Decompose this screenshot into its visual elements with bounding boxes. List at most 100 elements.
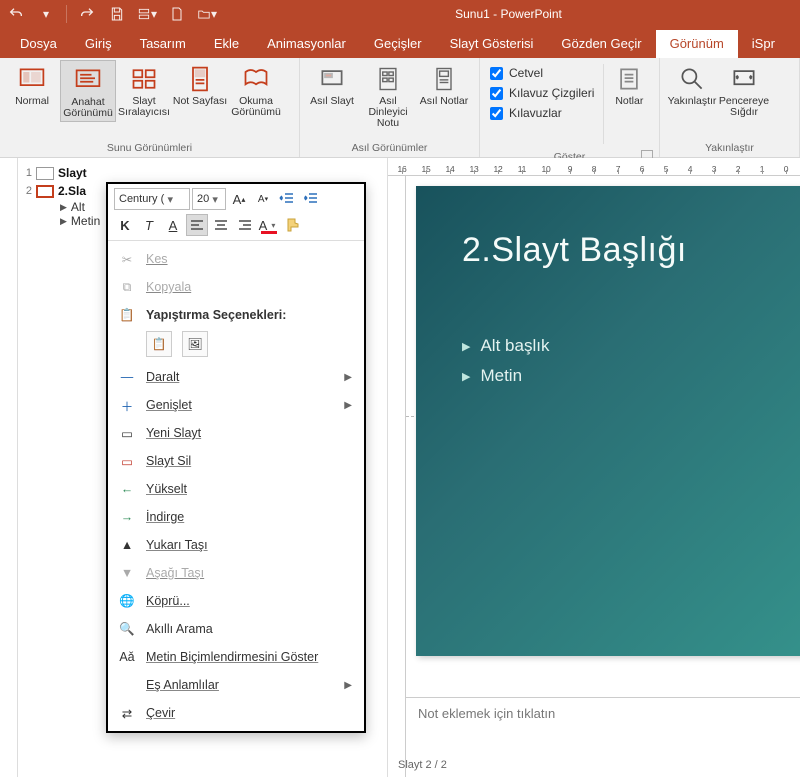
tab-ispring[interactable]: iSpr bbox=[738, 30, 789, 58]
slide-number: 1 bbox=[20, 167, 32, 179]
search-icon: 🔍 bbox=[118, 621, 136, 637]
tab-transitions[interactable]: Geçişler bbox=[360, 30, 436, 58]
notes-pane[interactable]: Not eklemek için tıklatın bbox=[406, 697, 800, 747]
italic-button[interactable]: T bbox=[138, 214, 160, 236]
group-zoom-label: Yakınlaştır bbox=[664, 139, 795, 157]
ruler-vertical bbox=[388, 176, 406, 777]
menu-delete-slide[interactable]: ▭Slayt Sil bbox=[108, 447, 364, 475]
menu-show-formatting[interactable]: AǎMetin Biçimlendirmesini Göster bbox=[108, 643, 364, 671]
slide-thumb-icon bbox=[36, 185, 54, 198]
reading-view-icon bbox=[241, 64, 271, 94]
menu-synonyms[interactable]: Eş Anlamlılar▶ bbox=[108, 671, 364, 699]
minus-icon: — bbox=[118, 369, 136, 385]
menu-collapse[interactable]: —Daralt▶ bbox=[108, 363, 364, 391]
tab-file[interactable]: Dosya bbox=[6, 30, 71, 58]
tab-home[interactable]: Giriş bbox=[71, 30, 126, 58]
window-title: Sunu1 - PowerPoint bbox=[223, 7, 794, 21]
slide-body-placeholder[interactable]: Alt başlık Metin bbox=[462, 326, 549, 396]
decrease-indent-icon[interactable] bbox=[276, 188, 298, 210]
slide-sorter-button[interactable]: Slayt Sıralayıcısı bbox=[116, 60, 172, 120]
menu-promote[interactable]: ←Yükselt bbox=[108, 475, 364, 503]
tab-insert[interactable]: Ekle bbox=[200, 30, 253, 58]
normal-view-label: Normal bbox=[15, 96, 49, 120]
handout-master-icon bbox=[373, 64, 403, 94]
fit-window-button[interactable]: Pencereye Sığdır bbox=[720, 60, 768, 120]
ribbon-tabs: Dosya Giriş Tasarım Ekle Animasyonlar Ge… bbox=[0, 28, 800, 58]
outline-pane[interactable]: 1 Slayt 2 2.Sla Alt Metin Century (▾ 20▾… bbox=[18, 158, 388, 777]
menu-smart-lookup[interactable]: 🔍Akıllı Arama bbox=[108, 615, 364, 643]
outline-view-button[interactable]: Anahat Görünümü bbox=[60, 60, 116, 122]
align-center-icon[interactable] bbox=[210, 214, 232, 236]
font-name-combo[interactable]: Century (▾ bbox=[114, 188, 190, 210]
chevron-right-icon: ▶ bbox=[344, 400, 352, 411]
fit-window-label: Pencereye Sığdır bbox=[719, 96, 769, 120]
tab-animations[interactable]: Animasyonlar bbox=[253, 30, 360, 58]
tab-slideshow[interactable]: Slayt Gösterisi bbox=[436, 30, 548, 58]
title-bar: ▾ ▾ ▾ Sunu1 - PowerPoint bbox=[0, 0, 800, 28]
font-color-button[interactable]: A▾ bbox=[258, 214, 280, 236]
context-menu-items: ✂Kes ⧉Kopyala 📋Yapıştırma Seçenekleri: 📋… bbox=[108, 241, 364, 731]
menu-cut: ✂Kes bbox=[108, 245, 364, 273]
group-master-views-label: Asıl Görünümler bbox=[304, 139, 475, 157]
zoom-button[interactable]: Yakınlaştır bbox=[664, 60, 720, 120]
outline-view-icon bbox=[73, 65, 103, 95]
notes-toggle-button[interactable]: Notlar bbox=[607, 60, 651, 120]
open-icon[interactable]: ▾ bbox=[197, 4, 217, 24]
slide-sorter-label: Slayt Sıralayıcısı bbox=[116, 96, 172, 120]
slide-master-button[interactable]: Asıl Slayt bbox=[304, 60, 360, 120]
redo-dropdown-icon[interactable]: ▾ bbox=[36, 4, 56, 24]
decrease-font-icon[interactable]: A▾ bbox=[252, 188, 274, 210]
notes-page-icon bbox=[185, 64, 215, 94]
chevron-right-icon: ▶ bbox=[344, 680, 352, 691]
bold-button[interactable]: K bbox=[114, 214, 136, 236]
normal-view-button[interactable]: Normal bbox=[4, 60, 60, 120]
notes-page-button[interactable]: Not Sayfası bbox=[172, 60, 228, 120]
tab-view[interactable]: Görünüm bbox=[656, 30, 738, 58]
reading-view-button[interactable]: Okuma Görünümü bbox=[228, 60, 284, 120]
new-icon[interactable] bbox=[167, 4, 187, 24]
slide-title-placeholder[interactable]: 2.Slayt Başlığı bbox=[462, 231, 687, 270]
menu-demote[interactable]: →İndirge bbox=[108, 503, 364, 531]
guides-checkbox[interactable]: Kılavuzlar bbox=[490, 106, 594, 120]
menu-expand[interactable]: ＋Genişlet▶ bbox=[108, 391, 364, 419]
align-right-icon[interactable] bbox=[234, 214, 256, 236]
tab-review[interactable]: Gözden Geçir bbox=[547, 30, 655, 58]
notes-master-button[interactable]: Asıl Notlar bbox=[416, 60, 472, 120]
menu-new-slide[interactable]: ▭Yeni Slayt bbox=[108, 419, 364, 447]
menu-move-up[interactable]: ▲Yukarı Taşı bbox=[108, 531, 364, 559]
group-zoom: Yakınlaştır Pencereye Sığdır Yakınlaştır bbox=[660, 58, 800, 157]
outline-slide-1[interactable]: 1 Slayt bbox=[20, 164, 385, 182]
save-icon[interactable] bbox=[107, 4, 127, 24]
bullet-item[interactable]: Metin bbox=[462, 366, 549, 386]
properties-icon[interactable]: ▾ bbox=[137, 4, 157, 24]
underline-button[interactable]: A bbox=[162, 214, 184, 236]
handout-master-button[interactable]: Asıl Dinleyici Notu bbox=[360, 60, 416, 129]
tab-design[interactable]: Tasarım bbox=[126, 30, 200, 58]
ruler-checkbox[interactable]: Cetvel bbox=[490, 66, 594, 80]
guides-label: Kılavuzlar bbox=[509, 106, 562, 120]
chevron-down-icon[interactable]: ▾ bbox=[164, 193, 176, 206]
redo-icon[interactable] bbox=[77, 4, 97, 24]
font-size-combo[interactable]: 20▾ bbox=[192, 188, 226, 210]
slide-1-title: Slayt bbox=[58, 166, 87, 180]
slide-preview[interactable]: 2.Slayt Başlığı Alt başlık Metin bbox=[416, 186, 800, 656]
group-presentation-views-label: Sunu Görünümleri bbox=[4, 139, 295, 157]
paste-picture-icon[interactable]: 🖼 bbox=[182, 331, 208, 357]
gridlines-checkbox[interactable]: Kılavuz Çizgileri bbox=[490, 86, 594, 100]
increase-font-icon[interactable]: A▴ bbox=[228, 188, 250, 210]
increase-indent-icon[interactable] bbox=[300, 188, 322, 210]
chevron-down-icon[interactable]: ▾ bbox=[209, 193, 221, 206]
format-painter-icon[interactable] bbox=[282, 214, 304, 236]
menu-hyperlink[interactable]: 🌐Köprü... bbox=[108, 587, 364, 615]
paste-keep-source-icon[interactable]: 📋 bbox=[146, 331, 172, 357]
undo-icon[interactable] bbox=[6, 4, 26, 24]
menu-translate[interactable]: ⇄Çevir bbox=[108, 699, 364, 727]
notes-master-label: Asıl Notlar bbox=[420, 96, 468, 120]
bullet-item[interactable]: Alt başlık bbox=[462, 336, 549, 356]
chevron-right-icon: ▶ bbox=[344, 372, 352, 383]
globe-icon: 🌐 bbox=[118, 593, 136, 609]
zoom-label: Yakınlaştır bbox=[668, 96, 717, 120]
align-left-icon[interactable] bbox=[186, 214, 208, 236]
left-rail bbox=[0, 158, 18, 777]
slide-canvas[interactable]: 2.Slayt Başlığı Alt başlık Metin bbox=[406, 176, 800, 697]
